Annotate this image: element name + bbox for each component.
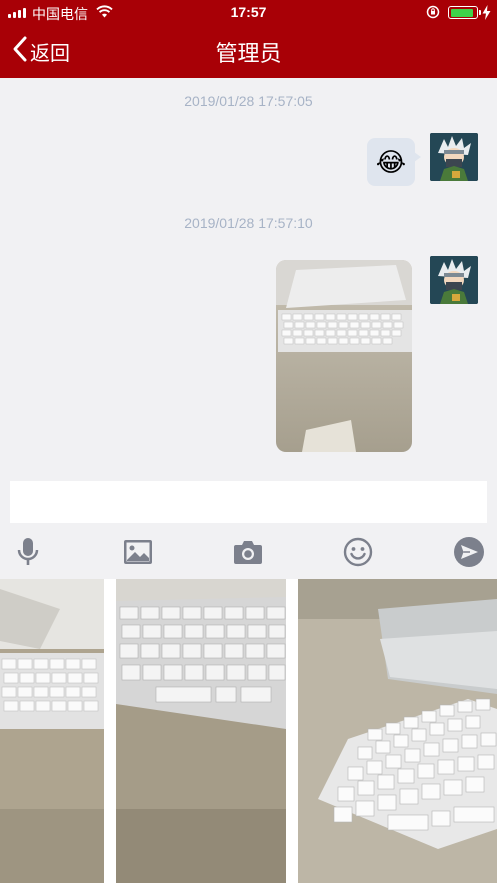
message-timestamp: 2019/01/28 17:57:10 <box>184 215 313 231</box>
photo-message-bubble[interactable] <box>276 260 412 452</box>
camera-icon[interactable] <box>230 534 266 570</box>
avatar[interactable] <box>430 256 478 304</box>
top-bar: 中国电信 17:57 返回 管理员 <box>0 0 497 78</box>
rotation-lock-icon <box>426 5 440 22</box>
laughing-emoji-icon: 😂 <box>375 147 407 177</box>
photo-thumbnail[interactable] <box>298 579 497 883</box>
message-timestamp: 2019/01/28 17:57:05 <box>184 93 313 109</box>
smiley-icon[interactable] <box>340 534 376 570</box>
image-icon[interactable] <box>120 534 156 570</box>
chat-area[interactable]: 2019/01/28 17:57:05 😂 2019/01/28 17:57:1… <box>0 78 497 480</box>
microphone-icon[interactable] <box>10 534 46 570</box>
status-bar: 中国电信 17:57 <box>0 0 497 26</box>
charging-icon <box>482 5 491 23</box>
photo-picker-strip[interactable] <box>0 579 497 883</box>
page-title: 管理员 <box>215 41 282 66</box>
photo-thumbnail[interactable] <box>116 579 286 883</box>
send-icon[interactable] <box>451 534 487 570</box>
avatar[interactable] <box>430 133 478 181</box>
input-toolbar <box>0 532 497 572</box>
photo-thumbnail[interactable] <box>0 579 104 883</box>
status-time: 17:57 <box>230 4 267 20</box>
message-input[interactable] <box>10 481 487 523</box>
battery-icon <box>448 6 481 19</box>
emoji-message-bubble[interactable]: 😂 <box>367 138 421 186</box>
